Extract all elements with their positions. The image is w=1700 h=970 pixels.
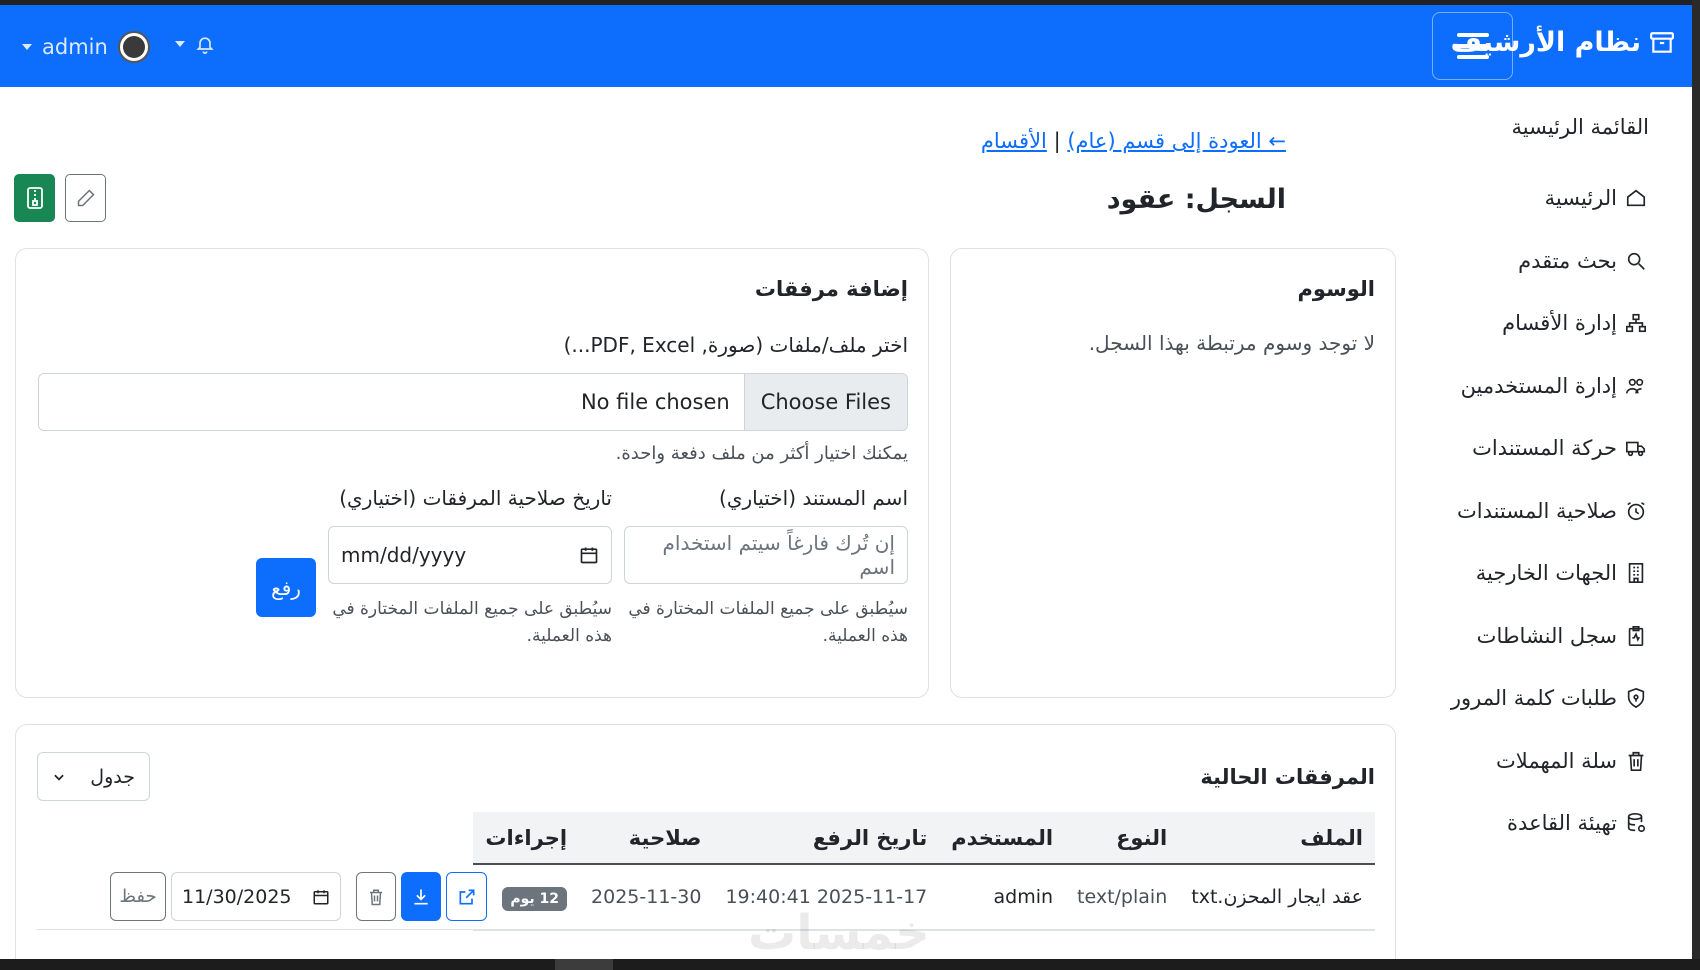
- bell-icon: [196, 37, 214, 54]
- avatar: [117, 31, 150, 63]
- row-divider: [37, 929, 1375, 930]
- sidebar-item-label: طلبات كلمة المرور: [1450, 686, 1617, 711]
- clipboard-pulse-icon: [1628, 625, 1644, 646]
- cell-actions: 12 يوم: [473, 864, 580, 931]
- back-to-section-link[interactable]: ← العودة إلى قسم (عام): [1067, 129, 1286, 153]
- building-icon: [1628, 563, 1644, 584]
- attachments-card: المرفقات الحالية جدول الملف النوع المستخ…: [15, 724, 1396, 959]
- user-name: admin: [42, 35, 108, 59]
- watermark: خمسات: [748, 905, 930, 959]
- col-type: النوع: [1065, 812, 1180, 865]
- col-user: المستخدم: [939, 812, 1066, 865]
- expiry-label: تاريخ صلاحية المرفقات (اختياري): [339, 486, 612, 510]
- choose-files-button[interactable]: Choose Files: [743, 374, 907, 430]
- doc-name-placeholder: إن تُرك فارغاً سيتم استخدام اسم: [662, 531, 895, 579]
- breadcrumb-separator: |: [1053, 129, 1061, 153]
- file-hint: يمكنك اختيار أكثر من ملف دفعة واحدة.: [615, 443, 908, 464]
- expiry-placeholder: mm/dd/yyyy: [341, 543, 467, 567]
- home-icon: [1626, 189, 1646, 207]
- alarm-icon: [1627, 501, 1645, 520]
- cell-user: admin: [939, 864, 1066, 931]
- col-expiry: صلاحية: [579, 812, 714, 865]
- external-link-icon: [459, 889, 474, 904]
- caret-down-icon: [175, 41, 185, 47]
- trash-icon: [1628, 751, 1644, 771]
- expiry-hint: سيُطبق على جميع الملفات المختارة في هذه …: [332, 599, 612, 647]
- sidebar-item-label: صلاحية المستندات: [1456, 498, 1617, 523]
- breadcrumb: ← العودة إلى قسم (عام) | الأقسام: [981, 129, 1286, 153]
- user-menu[interactable]: admin: [22, 31, 150, 63]
- horizontal-scrollbar[interactable]: [0, 959, 1700, 970]
- sidebar-item-label: الرئيسية: [1544, 186, 1617, 211]
- file-status: No file chosen: [580, 390, 730, 414]
- calendar-icon[interactable]: [312, 888, 330, 906]
- users-icon: [1626, 378, 1644, 394]
- page-title: السجل: عقود: [1106, 184, 1286, 215]
- app-window: نظام الأرشيف admin القائمة الرئيسية الرئ…: [0, 5, 1692, 959]
- download-icon: [414, 889, 428, 904]
- caret-down-icon: [22, 44, 32, 50]
- edit-record-button[interactable]: [65, 174, 106, 222]
- expiry-date-input[interactable]: mm/dd/yyyy: [328, 526, 612, 584]
- doc-name-label: اسم المستند (اختياري): [719, 486, 908, 510]
- view-mode-value: جدول: [90, 765, 135, 788]
- attachments-title: المرفقات الحالية: [1200, 765, 1375, 789]
- cell-file: عقد ايجار المحزن.txt: [1179, 864, 1375, 931]
- top-navbar: نظام الأرشيف admin: [0, 5, 1692, 87]
- sidebar-item-label: إدارة المستخدمين: [1460, 373, 1617, 398]
- file-input[interactable]: Choose Files No file chosen: [38, 373, 908, 431]
- sidebar-item-label: حركة المستندات: [1472, 436, 1617, 461]
- view-mode-select[interactable]: جدول: [37, 752, 150, 801]
- chevron-down-icon: [54, 774, 64, 781]
- sidebar-item-label: سلة المهملات: [1496, 748, 1617, 773]
- sidebar-item-label: بحث متقدم: [1518, 248, 1617, 273]
- sidebar-item-label: سجل النشاطات: [1476, 623, 1617, 648]
- hamburger-icon: [1456, 33, 1489, 59]
- sidebar-item-label: الجهات الخارجية: [1475, 561, 1617, 586]
- vertical-scrollbar[interactable]: [1692, 0, 1700, 970]
- doc-name-hint: سيُطبق على جميع الملفات المختارة في هذه …: [628, 599, 908, 647]
- sidebar-item-home[interactable]: الرئيسية: [1349, 167, 1649, 230]
- trash-icon: [370, 889, 382, 905]
- sidebar-title: القائمة الرئيسية: [1511, 115, 1649, 139]
- col-actions: إجراءات: [473, 812, 580, 865]
- open-file-button[interactable]: [446, 872, 487, 921]
- cell-type: text/plain: [1065, 864, 1180, 931]
- download-file-button[interactable]: [401, 872, 441, 921]
- file-label: اختر ملف/ملفات (صورة, PDF, Excel...): [563, 333, 908, 357]
- col-uploaded: تاريخ الرفع: [713, 812, 940, 865]
- truck-icon: [1626, 441, 1646, 457]
- file-zip-icon: [26, 187, 43, 209]
- calendar-icon[interactable]: [579, 545, 599, 565]
- save-expiry-button[interactable]: حفظ: [110, 872, 166, 921]
- cell-expiry: 2025-11-30: [579, 864, 714, 931]
- upload-card: إضافة مرفقات اختر ملف/ملفات (صورة, PDF, …: [15, 248, 929, 698]
- tags-card: الوسوم لا توجد وسوم مرتبطة بهذا السجل.: [950, 248, 1396, 698]
- pencil-icon: [77, 189, 95, 207]
- sidebar-item-label: إدارة الأقسام: [1502, 311, 1617, 336]
- menu-toggle-button[interactable]: [1432, 12, 1513, 80]
- archive-icon: [1650, 31, 1674, 53]
- doc-name-input[interactable]: إن تُرك فارغاً سيتم استخدام اسم: [624, 526, 908, 584]
- row-expiry-date-value: 11/30/2025: [182, 885, 292, 908]
- tags-empty-message: لا توجد وسوم مرتبطة بهذا السجل.: [1088, 331, 1375, 355]
- diagram-icon: [1626, 314, 1646, 333]
- shield-lock-icon: [1627, 688, 1645, 709]
- sidebar-item-label: تهيئة القاعدة: [1507, 811, 1617, 836]
- upload-title: إضافة مرفقات: [754, 277, 908, 301]
- database-gear-icon: [1627, 813, 1646, 833]
- scrollbar-thumb[interactable]: [555, 959, 613, 970]
- delete-file-button[interactable]: [356, 872, 396, 921]
- search-icon: [1627, 252, 1645, 270]
- row-actions: 11/30/2025 حفظ: [110, 872, 488, 923]
- download-zip-button[interactable]: [14, 174, 55, 222]
- col-file: الملف: [1179, 812, 1375, 865]
- row-expiry-date-input[interactable]: 11/30/2025: [171, 872, 341, 921]
- upload-button[interactable]: رفع: [256, 558, 316, 617]
- days-left-badge: 12 يوم: [502, 887, 568, 912]
- tags-title: الوسوم: [1297, 277, 1375, 301]
- sections-link[interactable]: الأقسام: [981, 129, 1047, 153]
- notifications-menu[interactable]: [175, 33, 215, 55]
